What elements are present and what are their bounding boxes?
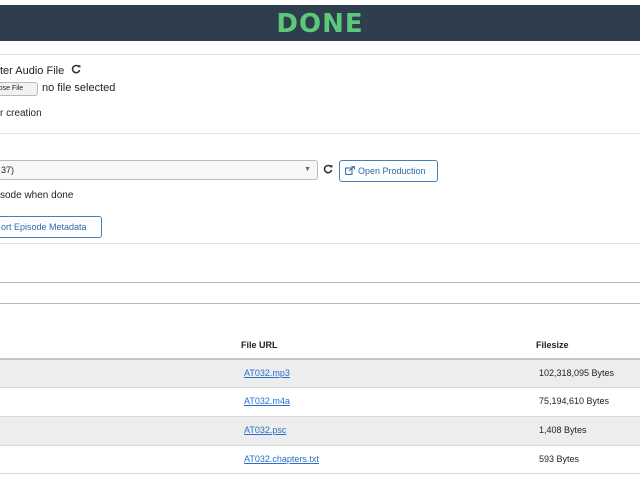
table-row: AT032.mp3 102,318,095 Bytes (0, 358, 640, 387)
production-select[interactable]: 37) ▼ (0, 160, 318, 180)
table-row: AT032.chapters.txt 593 Bytes (0, 445, 640, 474)
external-link-icon (345, 162, 355, 175)
divider (0, 54, 640, 55)
dropdown-arrow-icon: ▼ (304, 166, 311, 173)
file-link[interactable]: AT032.psc (244, 425, 286, 435)
status-header: DONE (0, 5, 640, 41)
export-episode-metadata-button[interactable]: ort Episode Metadata (0, 216, 102, 238)
creation-text: r creation (0, 108, 42, 119)
refresh-icon[interactable] (323, 164, 333, 177)
open-production-button[interactable]: Open Production (339, 160, 438, 182)
episode-done-text: sode when done (0, 190, 74, 201)
table-row: AT032.psc 1,408 Bytes (0, 416, 640, 445)
column-header-filesize: Filesize (536, 340, 569, 350)
status-text: DONE (276, 9, 364, 39)
divider (0, 282, 640, 283)
master-audio-label: ter Audio File (0, 64, 81, 77)
file-link[interactable]: AT032.chapters.txt (244, 454, 319, 464)
open-production-label: Open Production (358, 166, 426, 176)
refresh-icon[interactable] (71, 64, 81, 74)
file-size: 102,318,095 Bytes (539, 368, 615, 378)
no-file-text: no file selected (42, 82, 116, 94)
divider (0, 133, 640, 134)
choose-file-button[interactable]: oose File (0, 82, 38, 96)
file-link[interactable]: AT032.mp3 (244, 368, 290, 378)
master-audio-label-text: ter Audio File (0, 65, 65, 77)
column-header-file-url: File URL (241, 340, 278, 350)
divider (0, 243, 640, 244)
production-select-value: 37) (1, 165, 15, 175)
file-size: 593 Bytes (539, 454, 580, 464)
file-size: 1,408 Bytes (539, 425, 587, 435)
table-row: AT032.m4a 75,194,610 Bytes (0, 387, 640, 416)
file-link[interactable]: AT032.m4a (244, 396, 290, 406)
divider (0, 303, 640, 304)
file-size: 75,194,610 Bytes (539, 396, 610, 406)
